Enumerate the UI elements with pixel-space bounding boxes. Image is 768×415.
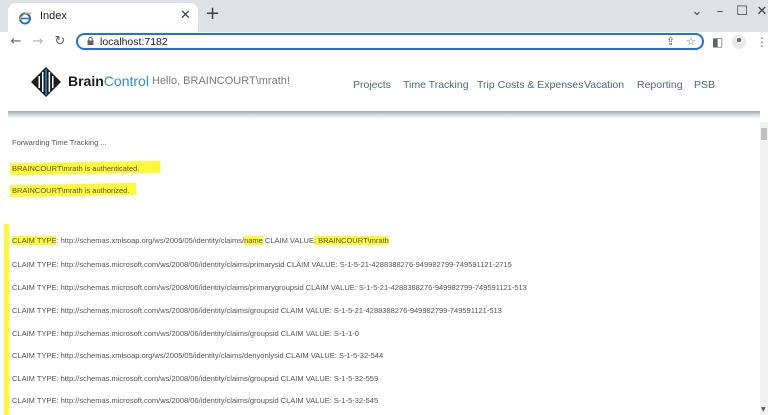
main-content: Forwarding Time Tracking ... BRAINCOURT\… — [0, 122, 760, 415]
forwarding-message: Forwarding Time Tracking ... — [12, 138, 107, 147]
minimize-icon[interactable]: – — [708, 4, 732, 19]
browser-toolbar: ← → ↻ localhost:7182 ⇪ ☆ ◧ ⋮ — [0, 32, 768, 52]
authenticated-message: BRAINCOURT\mrath is authenticated. — [12, 164, 140, 173]
lock-icon — [87, 37, 94, 45]
claim-type-label: CLAIM TYPE — [12, 236, 57, 245]
claim-row: CLAIM TYPE: http://schemas.microsoft.com… — [12, 329, 359, 338]
header-divider — [8, 111, 760, 119]
claim-row: CLAIM TYPE: http://schemas.microsoft.com… — [12, 260, 512, 269]
claim-row: CLAIM TYPE: http://schemas.xmlsoap.org/w… — [12, 351, 384, 360]
claim-value-label: CLAIM VALUE — [264, 236, 314, 245]
scroll-down-icon[interactable]: ▼ — [761, 406, 766, 413]
scrollbar-thumb[interactable] — [761, 128, 767, 140]
user-greeting: Hello, BRAINCOURT\mrath! — [152, 75, 290, 87]
brand-name[interactable]: BrainControl — [68, 73, 149, 89]
browser-tab[interactable]: Index ✕ — [8, 3, 198, 32]
sidebar-icon[interactable]: ◧ — [712, 32, 723, 52]
page-scrollbar[interactable]: ▼ — [760, 122, 768, 415]
claim-row: CLAIM TYPE: http://schemas.microsoft.com… — [12, 374, 379, 383]
highlight-mark — [4, 224, 9, 415]
plus-icon[interactable]: + — [205, 5, 220, 23]
authorized-message: BRAINCOURT\mrath is authorized. — [12, 186, 130, 195]
nav-projects[interactable]: Projects — [353, 79, 391, 91]
nav-psb[interactable]: PSB — [694, 79, 715, 91]
star-icon[interactable]: ☆ — [686, 35, 696, 49]
address-bar[interactable]: localhost:7182 ⇪ ☆ — [76, 33, 704, 50]
nav-vacation[interactable]: Vacation — [584, 79, 624, 91]
claim-uri-prefix: : http://schemas.xmlsoap.org/ws/2005/05/… — [56, 236, 245, 245]
nav-reporting[interactable]: Reporting — [637, 79, 683, 91]
claim-row: CLAIM TYPE: http://schemas.xmlsoap.org/w… — [12, 236, 389, 245]
site-header: BrainControl Hello, BRAINCOURT\mrath! Pr… — [0, 53, 768, 111]
tab-title: Index — [40, 10, 67, 22]
claim-uri-tail: name — [244, 236, 263, 245]
back-icon[interactable]: ← — [8, 32, 24, 52]
claim-value: : BRAINCOURT\mrath — [313, 236, 389, 245]
profile-icon[interactable] — [732, 35, 746, 49]
claim-row: CLAIM TYPE: http://schemas.microsoft.com… — [12, 306, 502, 315]
chevron-down-icon[interactable]: ⌄ — [685, 4, 709, 19]
claim-row: CLAIM TYPE: http://schemas.microsoft.com… — [12, 283, 527, 292]
browser-tab-strip: Index ✕ + ⌄ – ☐ ✕ — [0, 0, 768, 32]
braincontrol-logo-icon — [31, 67, 61, 97]
menu-icon[interactable]: ⋮ — [756, 32, 768, 52]
nav-time-tracking[interactable]: Time Tracking — [403, 79, 469, 91]
forward-icon[interactable]: → — [30, 32, 46, 52]
nav-trip-costs[interactable]: Trip Costs & Expenses — [477, 79, 583, 91]
claim-row: CLAIM TYPE: http://schemas.microsoft.com… — [12, 396, 379, 405]
close-icon[interactable]: ✕ — [180, 8, 191, 23]
reload-icon[interactable]: ↻ — [52, 32, 68, 52]
ie-favicon-icon — [18, 12, 32, 25]
url-text[interactable]: localhost:7182 — [100, 35, 168, 49]
share-icon[interactable]: ⇪ — [666, 35, 675, 49]
window-close-icon[interactable]: ✕ — [750, 4, 768, 19]
